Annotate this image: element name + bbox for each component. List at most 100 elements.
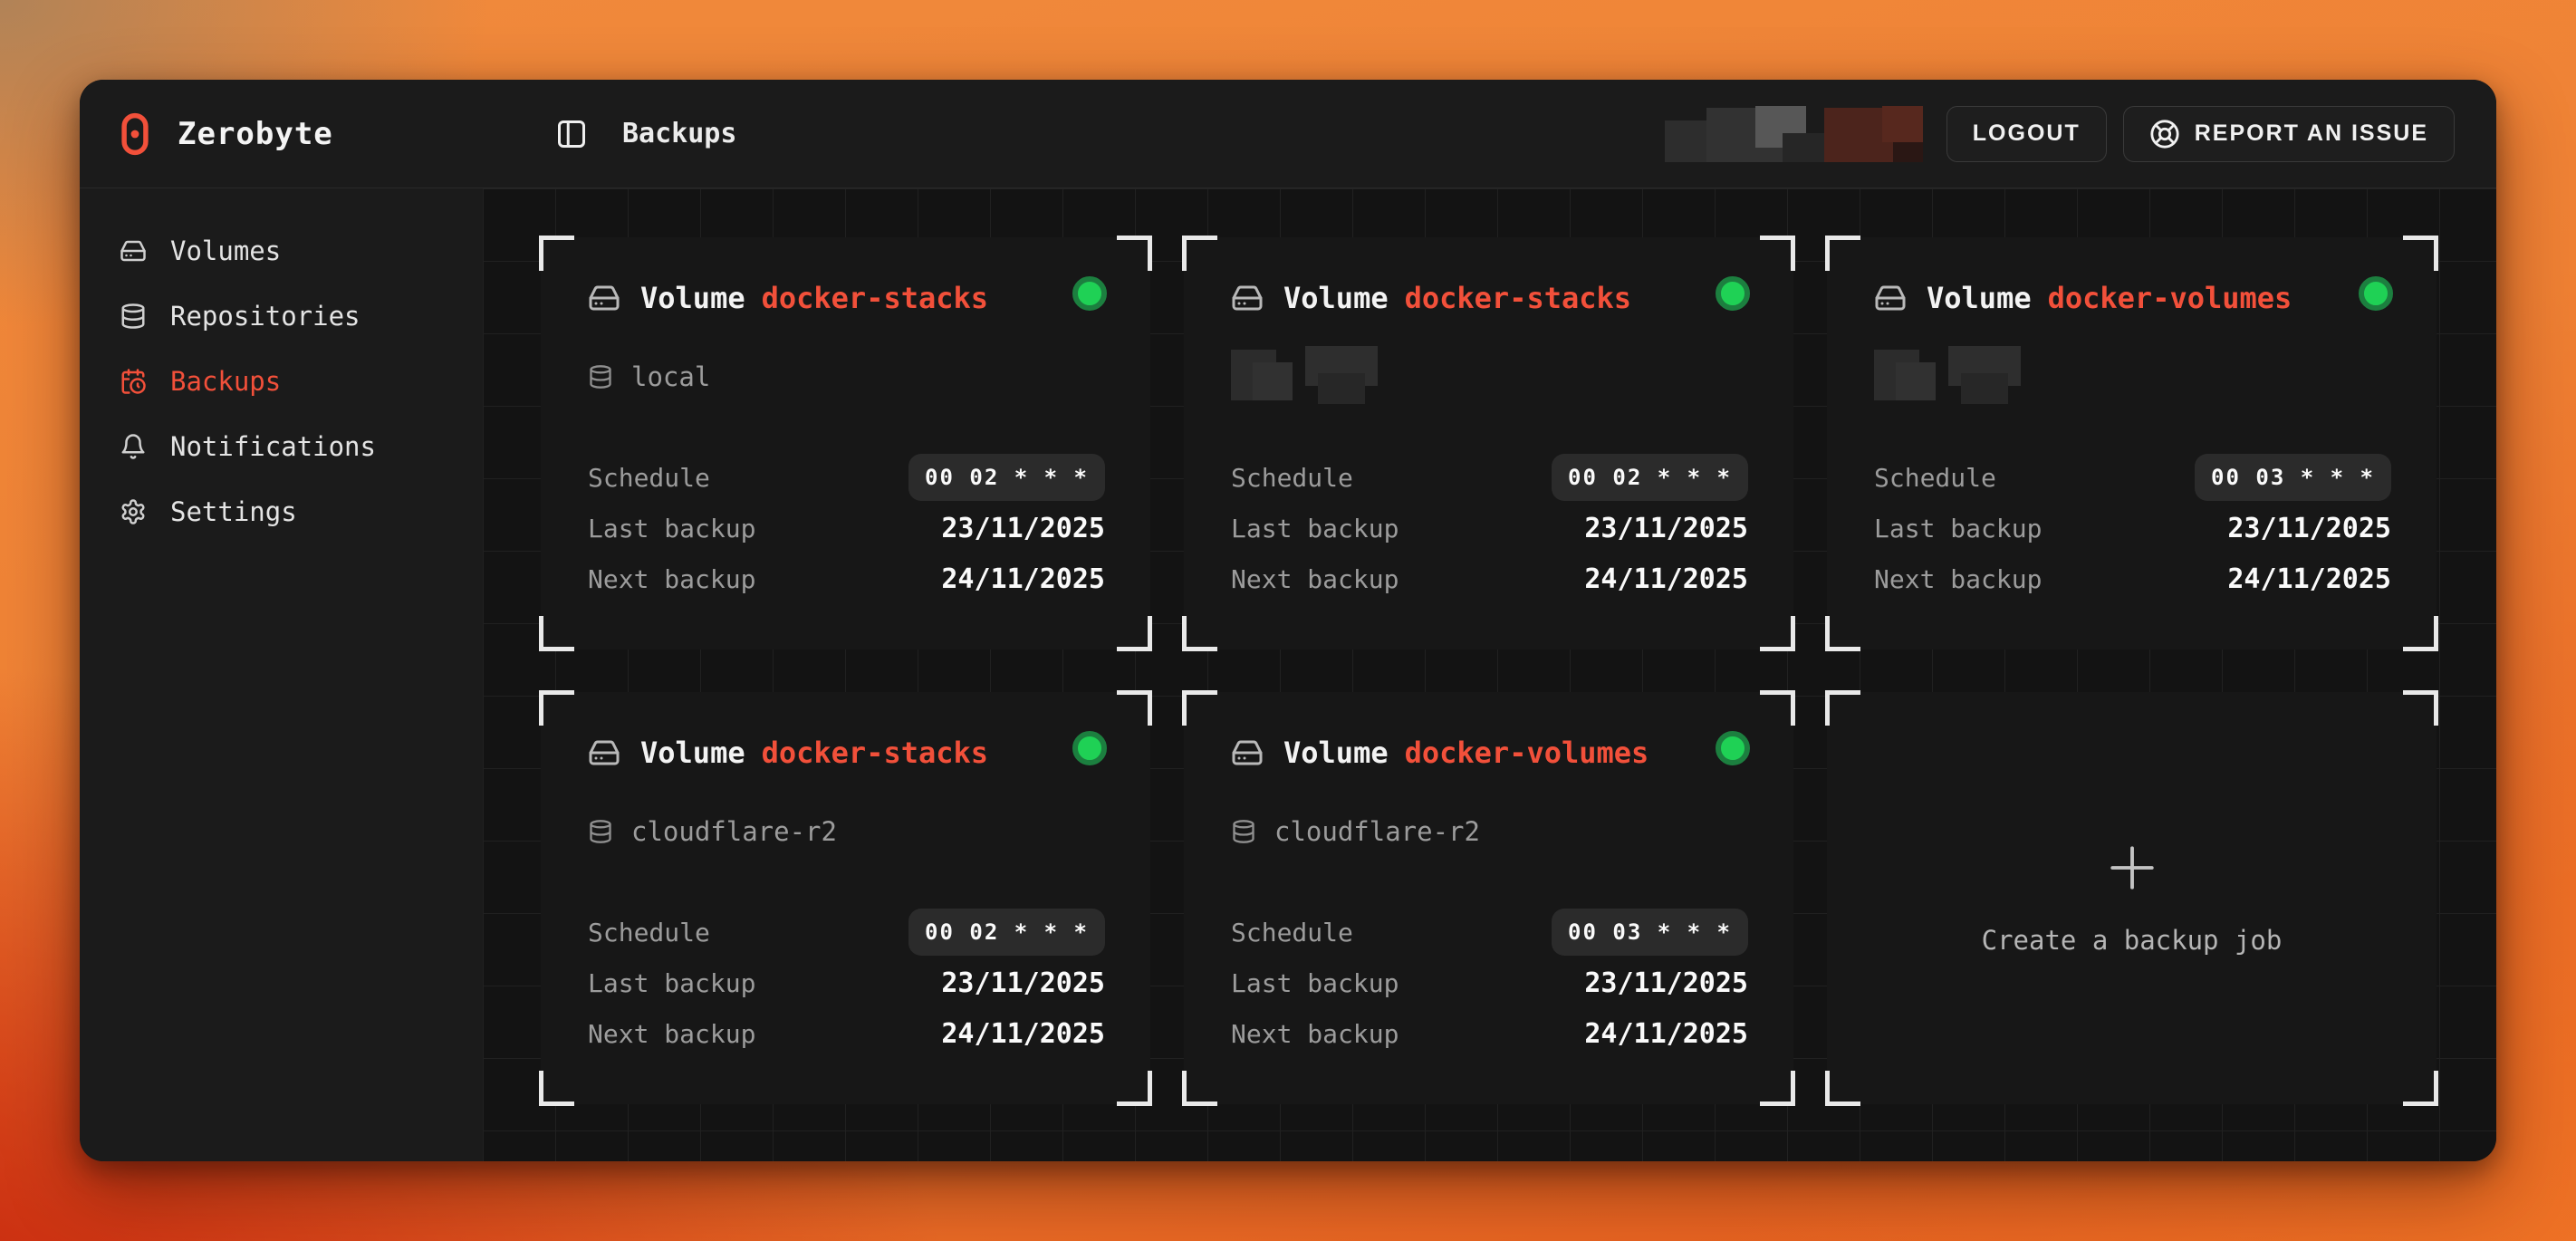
hard-drive-icon [1231, 736, 1264, 769]
schedule-row: Schedule 00 02 * * * [588, 452, 1105, 503]
next-backup-date: 24/11/2025 [1584, 563, 1748, 595]
corner-bracket [1182, 1071, 1217, 1106]
sidebar-item-settings[interactable]: Settings [120, 486, 483, 538]
card-header: Volume docker-stacks [588, 736, 988, 770]
panel-left-icon[interactable] [555, 118, 588, 150]
status-ok-dot [1072, 731, 1107, 765]
backup-job-card[interactable]: Volume docker-volumes Schedule 00 03 * *… [1827, 237, 2437, 649]
sidebar-item-label: Volumes [170, 236, 281, 266]
next-backup-date: 24/11/2025 [2227, 563, 2391, 595]
corner-bracket [1117, 236, 1152, 271]
next-backup-label: Next backup [588, 564, 755, 594]
backup-job-card[interactable]: Volume docker-stacks cloudflare-r2 Sched… [541, 692, 1150, 1104]
card-detail-rows: Schedule 00 02 * * * Last backup 23/11/2… [1231, 452, 1748, 604]
last-backup-label: Last backup [1874, 514, 2042, 544]
corner-bracket [1760, 690, 1795, 726]
top-bar: Zerobyte Backups LOGOUT [80, 80, 2496, 188]
backup-cards-grid: Volume docker-stacks local Schedule 00 0… [541, 237, 2437, 1104]
calendar-clock-icon [120, 368, 147, 395]
last-backup-label: Last backup [1231, 514, 1399, 544]
status-ok-dot [1072, 276, 1107, 311]
next-backup-date: 24/11/2025 [941, 563, 1105, 595]
schedule-cron-badge: 00 03 * * * [2195, 454, 2391, 501]
card-detail-rows: Schedule 00 02 * * * Last backup 23/11/2… [588, 907, 1105, 1059]
schedule-label: Schedule [1231, 918, 1353, 948]
corner-bracket [1117, 616, 1152, 651]
last-backup-label: Last backup [1231, 968, 1399, 998]
lifebuoy-icon [2149, 119, 2180, 149]
database-icon [588, 819, 613, 844]
card-header: Volume docker-volumes [1231, 736, 1648, 770]
volume-name: docker-stacks [762, 281, 988, 315]
card-header: Volume docker-stacks [588, 281, 988, 315]
app-window: Zerobyte Backups LOGOUT [80, 80, 2496, 1161]
volume-prefix: Volume [1283, 281, 1389, 315]
volume-prefix: Volume [1927, 281, 2032, 315]
next-backup-row: Next backup 24/11/2025 [1231, 553, 1748, 604]
backup-job-card[interactable]: Volume docker-volumes cloudflare-r2 Sche… [1184, 692, 1793, 1104]
hard-drive-icon [1874, 282, 1907, 314]
last-backup-row: Last backup 23/11/2025 [1231, 957, 1748, 1008]
volume-prefix: Volume [640, 736, 745, 770]
last-backup-date: 23/11/2025 [941, 513, 1105, 544]
schedule-row: Schedule 00 02 * * * [588, 907, 1105, 957]
backups-grid-area: Volume docker-stacks local Schedule 00 0… [483, 188, 2496, 1161]
sidebar-item-label: Repositories [170, 301, 360, 332]
last-backup-row: Last backup 23/11/2025 [588, 503, 1105, 553]
corner-bracket [2403, 690, 2438, 726]
volume-name: docker-stacks [762, 736, 988, 770]
backup-job-card[interactable]: Volume docker-stacks Schedule 00 02 * * … [1184, 237, 1793, 649]
repository: cloudflare-r2 [1231, 808, 1480, 855]
page-title: Backups [622, 118, 736, 149]
create-backup-job-card[interactable]: Create a backup job [1827, 692, 2437, 1104]
next-backup-row: Next backup 24/11/2025 [588, 553, 1105, 604]
last-backup-date: 23/11/2025 [1584, 967, 1748, 999]
schedule-cron-badge: 00 02 * * * [1552, 454, 1748, 501]
database-icon [588, 364, 613, 390]
next-backup-row: Next backup 24/11/2025 [1874, 553, 2391, 604]
hard-drive-icon [120, 237, 147, 265]
status-ok-dot [2359, 276, 2393, 311]
next-backup-label: Next backup [1231, 564, 1399, 594]
status-ok-dot [1716, 276, 1750, 311]
sidebar-item-volumes[interactable]: Volumes [120, 225, 483, 277]
report-issue-button[interactable]: REPORT AN ISSUE [2123, 106, 2455, 162]
corner-bracket [1825, 236, 1860, 271]
card-detail-rows: Schedule 00 03 * * * Last backup 23/11/2… [1874, 452, 2391, 604]
corner-bracket [539, 616, 574, 651]
plus-icon [2106, 842, 2158, 894]
corner-bracket [1182, 616, 1217, 651]
bell-icon [120, 433, 147, 460]
last-backup-row: Last backup 23/11/2025 [1231, 503, 1748, 553]
sidebar-item-repositories[interactable]: Repositories [120, 290, 483, 342]
schedule-cron-badge: 00 03 * * * [1552, 909, 1748, 956]
repository-name: cloudflare-r2 [631, 816, 837, 847]
corner-bracket [1182, 690, 1217, 726]
logout-button[interactable]: LOGOUT [1946, 106, 2107, 162]
volume-prefix: Volume [640, 281, 745, 315]
schedule-row: Schedule 00 03 * * * [1231, 907, 1748, 957]
corner-bracket [1760, 236, 1795, 271]
last-backup-row: Last backup 23/11/2025 [1874, 503, 2391, 553]
backup-job-card[interactable]: Volume docker-stacks local Schedule 00 0… [541, 237, 1150, 649]
sidebar-item-label: Backups [170, 366, 281, 397]
corner-bracket [1117, 690, 1152, 726]
logout-button-label: LOGOUT [1973, 120, 2081, 147]
hard-drive-icon [588, 736, 620, 769]
last-backup-date: 23/11/2025 [941, 967, 1105, 999]
sidebar-item-backups[interactable]: Backups [120, 355, 483, 408]
corner-bracket [1825, 1071, 1860, 1106]
topbar-actions: LOGOUT REPORT AN ISSUE [1665, 80, 2455, 188]
card-detail-rows: Schedule 00 03 * * * Last backup 23/11/2… [1231, 907, 1748, 1059]
app-name: Zerobyte [178, 116, 333, 152]
corner-bracket [1760, 616, 1795, 651]
brand: Zerobyte [120, 80, 333, 188]
sidebar-item-notifications[interactable]: Notifications [120, 420, 483, 473]
status-ok-dot [1716, 731, 1750, 765]
schedule-label: Schedule [1231, 463, 1353, 493]
next-backup-date: 24/11/2025 [1584, 1018, 1748, 1050]
schedule-cron-badge: 00 02 * * * [908, 454, 1105, 501]
card-detail-rows: Schedule 00 02 * * * Last backup 23/11/2… [588, 452, 1105, 604]
corner-bracket [2403, 616, 2438, 651]
redacted-user-info [1665, 106, 1923, 162]
